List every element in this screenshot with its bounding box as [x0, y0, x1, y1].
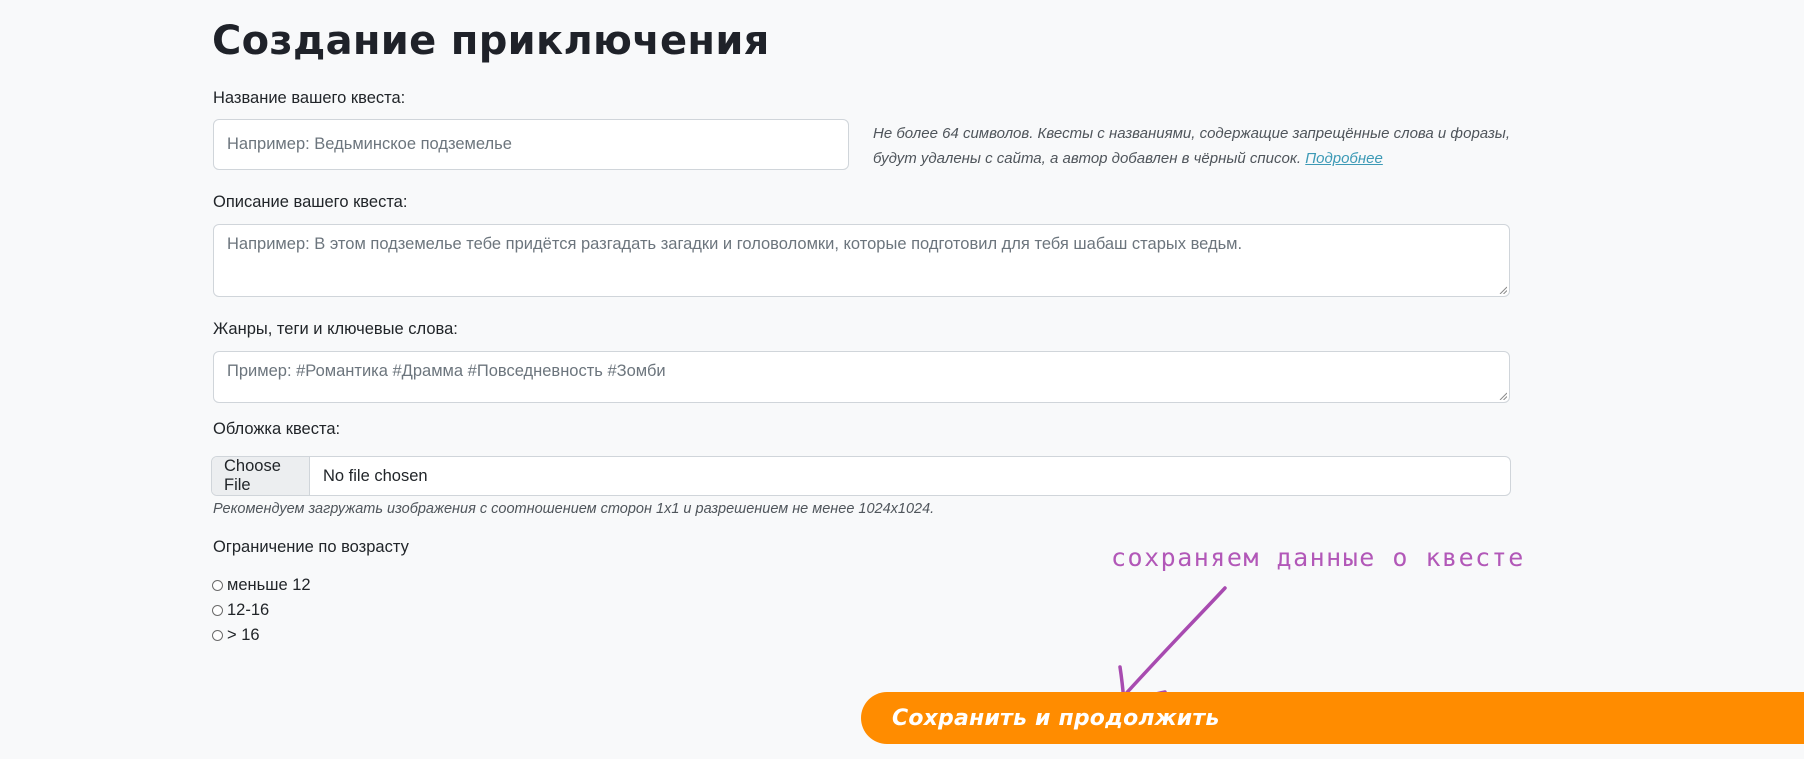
tags-label: Жанры, теги и ключевые слова:	[213, 320, 458, 338]
radio-button[interactable]	[212, 630, 223, 641]
resize-handle-icon[interactable]	[1499, 286, 1507, 294]
quest-description-textarea[interactable]: Например: В этом подземелье тебе придётс…	[213, 224, 1510, 297]
tags-textarea[interactable]: Пример: #Романтика #Драмма #Повседневнос…	[213, 351, 1510, 403]
quest-description-placeholder: Например: В этом подземелье тебе придётс…	[227, 235, 1243, 253]
age-option-label: меньше 12	[227, 576, 311, 594]
age-option-label: > 16	[227, 626, 260, 644]
quest-name-help: Не более 64 символов. Квесты с названиям…	[873, 121, 1533, 171]
quest-create-page: Создание приключения Название вашего кве…	[0, 0, 1804, 759]
age-option-12-16[interactable]: 12-16	[212, 601, 269, 620]
file-status: No file chosen	[323, 466, 428, 485]
quest-name-help-text: Не более 64 символов. Квесты с названиям…	[873, 125, 1511, 167]
cover-label: Обложка квеста:	[213, 420, 341, 438]
choose-file-button[interactable]: Choose File	[212, 457, 310, 495]
resize-handle-icon[interactable]	[1499, 392, 1507, 400]
radio-button[interactable]	[212, 580, 223, 591]
age-limit-label: Ограничение по возрасту	[213, 538, 409, 556]
age-option-under-12[interactable]: меньше 12	[212, 576, 311, 595]
quest-name-placeholder: Например: Ведьминское подземелье	[227, 135, 512, 153]
age-option-over-16[interactable]: > 16	[212, 626, 260, 645]
save-and-continue-button[interactable]: Сохранить и продолжить	[861, 692, 1804, 744]
page-title: Создание приключения	[212, 18, 770, 64]
cover-help: Рекомендуем загружать изображения с соот…	[213, 501, 935, 517]
more-info-link[interactable]: Подробнее	[1305, 150, 1383, 167]
quest-description-label: Описание вашего квеста:	[213, 193, 408, 211]
quest-name-label: Название вашего квеста:	[213, 89, 406, 107]
annotation-text: сохраняем данные о квесте	[1111, 543, 1525, 572]
quest-name-input[interactable]: Например: Ведьминское подземелье	[213, 119, 849, 170]
cover-file-input[interactable]: Choose File No file chosen	[211, 456, 1511, 496]
age-option-label: 12-16	[227, 601, 270, 619]
radio-button[interactable]	[212, 605, 223, 616]
tags-placeholder: Пример: #Романтика #Драмма #Повседневнос…	[227, 362, 666, 380]
